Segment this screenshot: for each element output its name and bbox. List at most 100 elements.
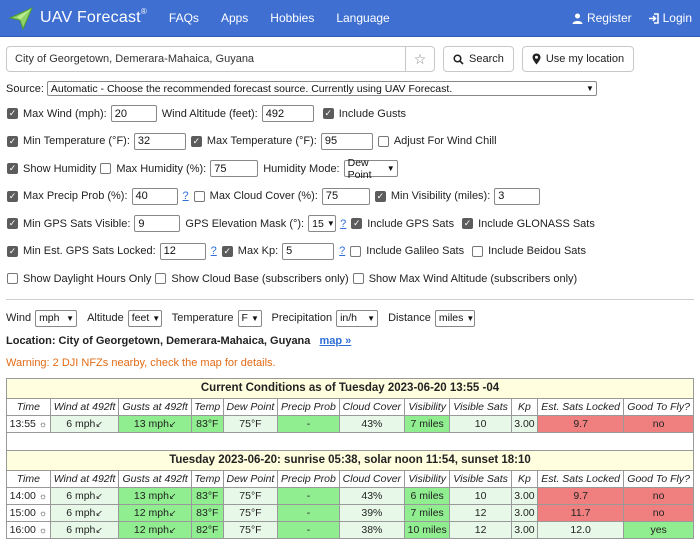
- nav-faqs[interactable]: FAQs: [169, 11, 199, 25]
- min-locked-input[interactable]: 12: [159, 242, 206, 260]
- cloud-base-checkbox[interactable]: [155, 273, 167, 285]
- show-humidity-label: Show Humidity: [23, 162, 97, 175]
- min-visibility-checkbox[interactable]: [374, 190, 386, 202]
- table-header-cell: Visible Sats: [449, 397, 512, 416]
- use-my-location-button[interactable]: Use my location: [521, 46, 635, 72]
- favorite-star-icon[interactable]: ☆: [405, 46, 435, 72]
- max-cloud-checkbox[interactable]: [193, 190, 205, 202]
- gps-options-row: Min GPS Sats Visible: 9 GPS Elevation Ma…: [0, 210, 700, 238]
- max-precip-checkbox[interactable]: [7, 190, 18, 202]
- source-row: Source: Automatic - Choose the recommend…: [0, 72, 700, 96]
- search-button[interactable]: Search: [443, 46, 514, 72]
- brand[interactable]: UAV Forecast®: [8, 5, 147, 31]
- nav-apps[interactable]: Apps: [221, 11, 248, 25]
- max-kp-checkbox[interactable]: [221, 245, 233, 257]
- daylight-label: Show Daylight Hours Only: [23, 272, 152, 285]
- table-header-cell: Good To Fly?: [623, 469, 694, 488]
- map-link[interactable]: map »: [319, 335, 351, 347]
- chevron-down-icon: ▼: [250, 313, 259, 323]
- max-humidity-input[interactable]: 75: [210, 160, 259, 178]
- wind-direction-arrow-icon: ↙: [168, 418, 177, 429]
- table-row: 16:00 ☼ 6 mph↙ 12 mph↙ 82°F 75°F -38% 10 miles…: [6, 520, 694, 539]
- source-select[interactable]: Automatic - Choose the recommended forec…: [46, 81, 597, 96]
- help-link[interactable]: ?: [211, 245, 217, 257]
- show-humidity-checkbox[interactable]: [7, 163, 18, 175]
- wind-options-row: Max Wind (mph): 20 Wind Altitude (feet):…: [0, 100, 700, 128]
- max-wind-checkbox[interactable]: [7, 108, 18, 120]
- daylight-checkbox[interactable]: [7, 273, 18, 285]
- chevron-down-icon: ▼: [466, 313, 475, 323]
- max-humidity-checkbox[interactable]: [100, 163, 112, 175]
- table-row: 13:55 ☼ 6 mph↙ 13 mph↙ 83°F 75°F -43% 7 miles 1…: [6, 414, 694, 433]
- include-gusts-checkbox[interactable]: [322, 108, 334, 120]
- precip-unit-select[interactable]: in/h ▼: [336, 309, 379, 327]
- table-header-cell: Est. Sats Locked: [536, 469, 625, 488]
- altitude-unit-label: Altitude: [87, 312, 124, 324]
- min-visibility-label: Min Visibility (miles):: [390, 190, 491, 203]
- time-cell: 13:55 ☼: [6, 414, 51, 433]
- min-temp-input[interactable]: 32: [133, 132, 186, 150]
- table-header-cell: Wind at 492ft: [49, 397, 120, 416]
- table-header-row: Time Wind at 492ft Gusts at 492ft Temp Dew P…: [6, 469, 694, 488]
- table-cell: 12.0: [536, 520, 625, 539]
- nav-hobbies[interactable]: Hobbies: [270, 11, 314, 25]
- wind-chill-checkbox[interactable]: [377, 135, 389, 147]
- max-wind-input[interactable]: 20: [110, 105, 157, 123]
- wind-direction-arrow-icon: ↙: [95, 524, 103, 535]
- wind-unit-select[interactable]: mph ▼: [35, 309, 78, 327]
- max-kp-input[interactable]: 5: [282, 242, 335, 260]
- cloud-base-label: Show Cloud Base (subscribers only): [171, 272, 349, 285]
- humidity-mode-select[interactable]: Dew Point ▼: [343, 157, 398, 181]
- precip-options-row: Max Precip Prob (%): 40 ? Max Cloud Cove…: [0, 183, 700, 211]
- gps-mask-select[interactable]: 15 ▼: [308, 215, 337, 233]
- help-link[interactable]: ?: [339, 245, 345, 257]
- distance-unit-label: Distance: [388, 312, 431, 324]
- table-header-cell: Cloud Cover: [338, 469, 405, 488]
- sun-icon: ☼: [38, 507, 48, 518]
- table-cell: 39%: [338, 503, 405, 522]
- table-cell: -: [277, 520, 340, 539]
- table-cell: 3.00: [510, 414, 539, 433]
- table-row: 14:00 ☼ 6 mph↙ 13 mph↙ 83°F 75°F -43% 6 miles 1…: [6, 486, 694, 505]
- wind-cell: 6 mph↙: [49, 520, 120, 539]
- min-visibility-input[interactable]: 3: [494, 187, 541, 205]
- gusts-cell: 13 mph↙: [118, 414, 192, 433]
- temperature-unit-select[interactable]: F ▼: [237, 309, 262, 327]
- chevron-down-icon: ▼: [386, 164, 395, 174]
- nav-language[interactable]: Language: [336, 11, 389, 25]
- max-precip-input[interactable]: 40: [131, 187, 178, 205]
- min-gps-input[interactable]: 9: [134, 215, 181, 233]
- wind-direction-arrow-icon: ↙: [95, 490, 103, 501]
- max-temp-checkbox[interactable]: [190, 135, 202, 147]
- max-cloud-input[interactable]: 75: [321, 187, 370, 205]
- help-link[interactable]: ?: [340, 218, 346, 230]
- chevron-down-icon: ▼: [326, 219, 335, 229]
- spacer: [6, 431, 694, 451]
- include-gps-checkbox[interactable]: [351, 218, 363, 230]
- max-wind-altitude-checkbox[interactable]: [352, 273, 364, 285]
- register-link[interactable]: Register: [572, 11, 632, 25]
- include-beidou-checkbox[interactable]: [472, 245, 484, 257]
- altitude-unit-select[interactable]: feet ▼: [127, 309, 162, 327]
- map-marker-icon: [532, 53, 541, 65]
- distance-unit-select[interactable]: miles ▼: [434, 309, 475, 327]
- gusts-cell: 12 mph↙: [118, 520, 192, 539]
- include-glonass-checkbox[interactable]: [462, 218, 474, 230]
- min-locked-checkbox[interactable]: [7, 245, 18, 257]
- login-link[interactable]: Login: [648, 11, 692, 25]
- table-header-cell: Time: [6, 397, 51, 416]
- table-cell: 43%: [338, 486, 405, 505]
- max-precip-label: Max Precip Prob (%):: [23, 190, 128, 203]
- max-temp-input[interactable]: 95: [320, 132, 373, 150]
- min-temp-checkbox[interactable]: [7, 135, 18, 147]
- table-cell: -: [277, 414, 340, 433]
- table-header-cell: Precip Prob: [277, 397, 340, 416]
- help-link[interactable]: ?: [183, 190, 189, 202]
- wind-altitude-input[interactable]: 492: [261, 105, 314, 123]
- table-header-cell: Temp: [190, 397, 224, 416]
- table-cell: 83°F: [190, 414, 224, 433]
- wind-direction-arrow-icon: ↙: [168, 507, 177, 518]
- include-galileo-checkbox[interactable]: [350, 245, 362, 257]
- min-gps-checkbox[interactable]: [7, 218, 18, 230]
- location-input[interactable]: [7, 48, 367, 70]
